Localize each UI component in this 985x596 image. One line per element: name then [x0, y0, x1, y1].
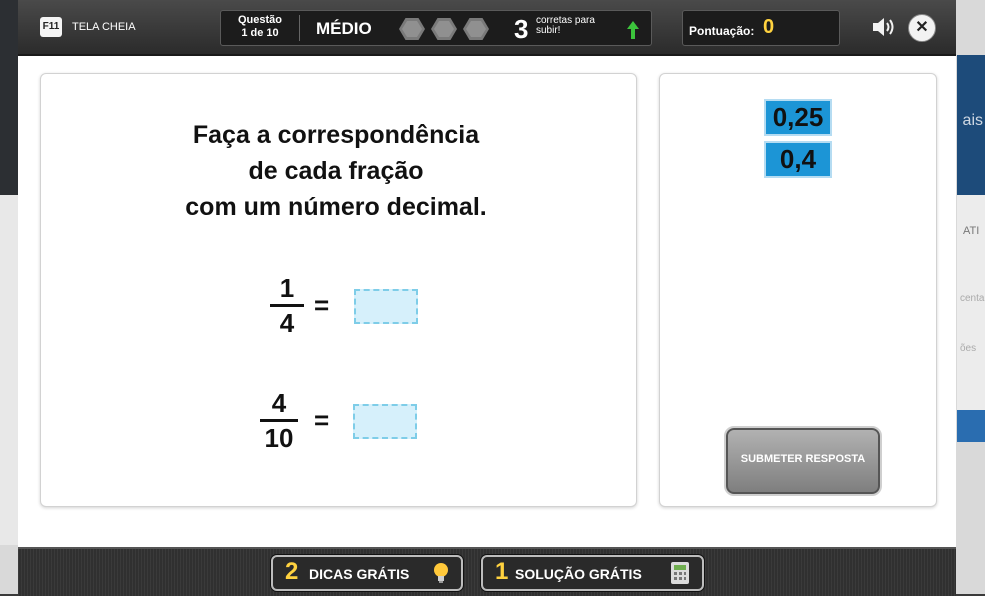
question-counter: Questão 1 de 10 — [221, 14, 299, 40]
free-hints-button[interactable]: 2 DICAS GRÁTIS — [271, 555, 463, 591]
background-right-bar — [957, 410, 985, 442]
answer-tile[interactable]: 0,4 — [764, 141, 832, 178]
close-icon[interactable]: ✕ — [908, 14, 936, 42]
fraction-numerator: 1 — [279, 273, 295, 303]
speaker-icon[interactable] — [870, 14, 896, 40]
level-step-hexagon-icon — [431, 18, 457, 40]
fullscreen-key-icon[interactable]: F11 — [40, 17, 62, 37]
submit-answer-button[interactable]: SUBMETER RESPOSTA — [724, 426, 882, 496]
fraction-bar — [260, 419, 298, 422]
background-right-text-3: ões — [960, 343, 977, 354]
background-left-strip — [0, 195, 20, 545]
drop-target-1[interactable] — [354, 289, 418, 324]
question-progress: 1 de 10 — [241, 27, 279, 39]
solution-count: 1 — [495, 558, 509, 585]
question-status-panel: Questão 1 de 10 MÉDIO 3 corretas para su… — [220, 10, 652, 46]
score-label: Pontuação: — [689, 24, 755, 38]
equals-sign: = — [314, 290, 330, 320]
fullscreen-label[interactable]: TELA CHEIA — [72, 21, 136, 33]
instruction-text: Faça a correspondência de cada fração co… — [41, 117, 631, 225]
equals-sign: = — [314, 405, 330, 435]
fraction-denominator: 4 — [279, 308, 295, 338]
background-right-panel: ATI centa ões — [957, 195, 985, 410]
answer-tile[interactable]: 0,25 — [764, 99, 832, 136]
free-solution-button[interactable]: 1 SOLUÇÃO GRÁTIS — [481, 555, 704, 591]
score-value: 0 — [763, 16, 775, 38]
fraction-bar — [270, 304, 304, 307]
fraction-four-tenths: 4 10 — [257, 389, 301, 452]
question-word: Questão — [237, 14, 282, 26]
instruction-line: com um número decimal. — [185, 193, 487, 221]
correct-to-advance-count: 3 — [514, 14, 529, 44]
background-right-text: ais — [962, 112, 983, 129]
instruction-line: de cada fração — [248, 157, 424, 185]
level-step-hexagon-icon — [399, 18, 425, 40]
calculator-icon — [671, 562, 689, 584]
answers-card: 0,25 0,4 SUBMETER RESPOSTA — [659, 73, 937, 507]
fraction-denominator: 10 — [264, 423, 294, 453]
level-step-hexagon-icon — [463, 18, 489, 40]
fraction-one-quarter: 1 4 — [267, 274, 307, 337]
instruction-line: Faça a correspondência — [192, 121, 480, 149]
level-up-arrow-icon — [627, 21, 639, 39]
lightbulb-icon — [434, 563, 448, 583]
solution-label: SOLUÇÃO GRÁTIS — [515, 566, 642, 582]
background-right-banner: ais — [957, 55, 985, 195]
fraction-numerator: 4 — [271, 388, 287, 418]
hints-label: DICAS GRÁTIS — [309, 566, 410, 582]
hints-count: 2 — [285, 558, 299, 585]
correct-to-advance-text: corretas para subir! — [536, 15, 595, 36]
divider — [299, 15, 300, 41]
difficulty-level: MÉDIO — [316, 19, 372, 38]
score-panel: Pontuação: 0 — [682, 10, 840, 46]
top-bar: F11 TELA CHEIA Questão 1 de 10 MÉDIO 3 c… — [18, 0, 956, 56]
question-card: Faça a correspondência de cada fração co… — [40, 73, 637, 507]
background-right-text-2: centa — [960, 293, 985, 304]
background-right-label: ATI — [963, 225, 980, 237]
drop-target-2[interactable] — [353, 404, 417, 439]
